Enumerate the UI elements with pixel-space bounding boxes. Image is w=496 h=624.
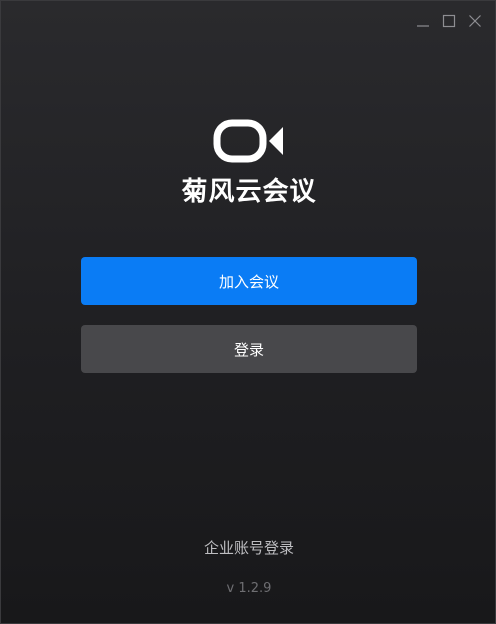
maximize-icon[interactable]	[439, 11, 459, 31]
enterprise-login-link[interactable]: 企业账号登录	[1, 537, 495, 559]
window-controls	[413, 11, 485, 31]
app-window: 菊风云会议 加入会议 登录 企业账号登录 v 1.2.9	[0, 0, 496, 624]
join-meeting-button[interactable]: 加入会议	[81, 257, 417, 305]
video-camera-icon	[213, 119, 283, 163]
close-icon[interactable]	[465, 11, 485, 31]
login-button[interactable]: 登录	[81, 325, 417, 373]
app-title: 菊风云会议	[181, 177, 317, 207]
login-label: 登录	[233, 340, 264, 359]
version-label: v 1.2.9	[226, 581, 272, 596]
app-logo	[1, 119, 495, 163]
join-meeting-label: 加入会议	[218, 272, 279, 291]
minimize-icon[interactable]	[413, 11, 433, 31]
